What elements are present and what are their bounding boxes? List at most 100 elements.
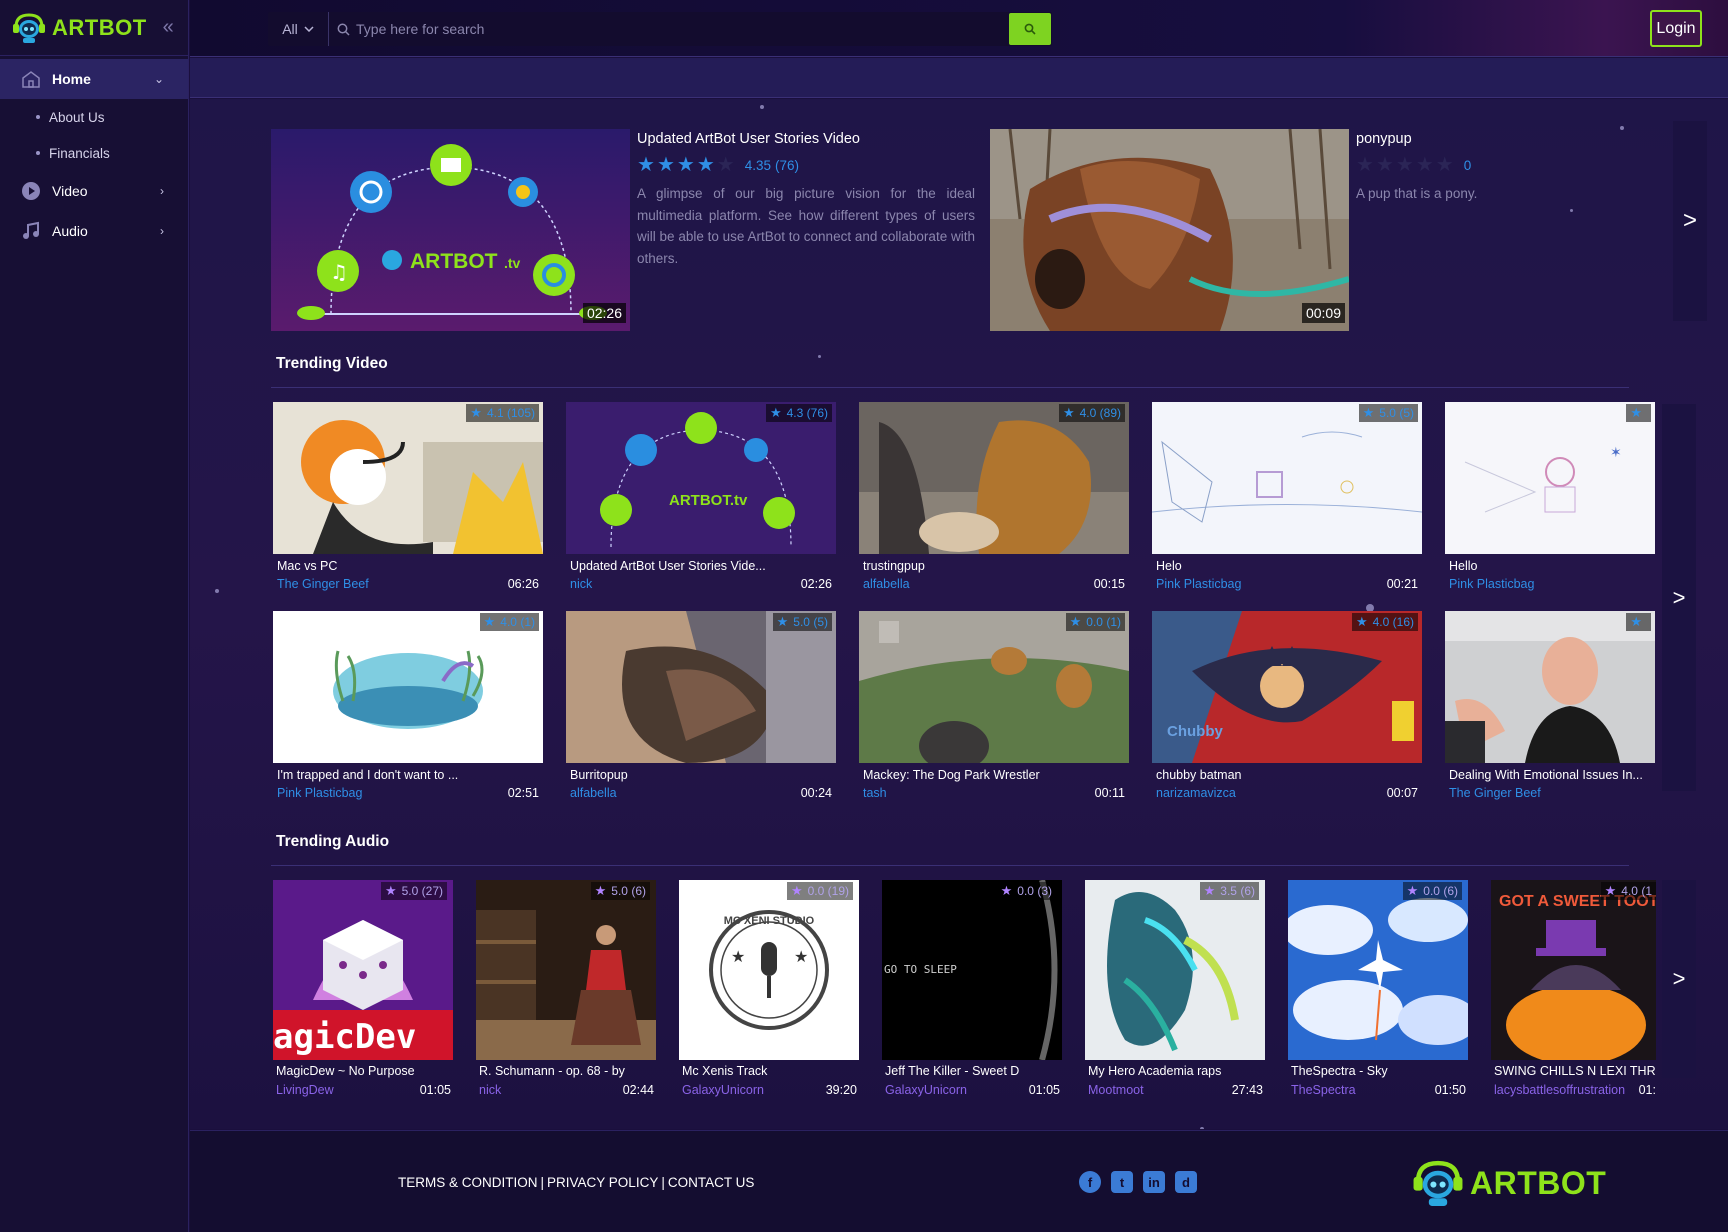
featured-thumbnail[interactable]: ♫ ARTBOT .tv 02:26	[271, 129, 630, 331]
audio-thumbnail[interactable]: agicDev ★ 5.0 (27)	[273, 880, 453, 1060]
featured-title[interactable]: ponypup	[1356, 131, 1586, 147]
audio-thumbnail[interactable]: ★ ★ MC XENI STUDIO ★ 0.0 (19)	[679, 880, 859, 1060]
video-card[interactable]: ✶ ★ Hello Pink Plasticbag	[1445, 402, 1655, 591]
sidebar-item-audio[interactable]: Audio ›	[0, 211, 188, 251]
video-author[interactable]: Pink Plasticbag	[1449, 577, 1534, 591]
audio-thumbnail[interactable]: GOT A SWEET TOOTH ★ 4.0 (1	[1491, 880, 1656, 1060]
sidebar-item-video[interactable]: Video ›	[0, 171, 188, 211]
search-input[interactable]	[356, 21, 956, 37]
video-thumbnail[interactable]: ARTBOT.tv ★ 4.3 (76)	[566, 402, 836, 554]
video-author[interactable]: The Ginger Beef	[1449, 786, 1541, 800]
video-card[interactable]: ★ 4.0 (1) I'm trapped and I don't want to…	[273, 611, 543, 800]
audio-title[interactable]: Mc Xenis Track	[682, 1064, 858, 1078]
featured-card[interactable]: 00:09 ponypup ★ ★ ★ ★ ★ 0 A pup that is a po…	[990, 129, 1590, 331]
video-card[interactable]: ★ 4.0 (89) trustingpup alfabella 00:15	[859, 402, 1129, 591]
audio-author[interactable]: GalaxyUnicorn	[682, 1083, 764, 1097]
video-thumbnail[interactable]: ★ 4.0 (89)	[859, 402, 1129, 554]
featured-title[interactable]: Updated ArtBot User Stories Video	[637, 131, 975, 147]
video-thumbnail[interactable]: ★ 4.1 (105)	[273, 402, 543, 554]
video-card[interactable]: ARTBOT.tv ★ 4.3 (76) Updated ArtBot User …	[566, 402, 836, 591]
video-card[interactable]: ★ Dealing With Emotional Issues In... Th…	[1445, 611, 1655, 800]
search-button[interactable]	[1009, 13, 1051, 45]
trending-video-next-button[interactable]: >	[1662, 404, 1696, 791]
audio-title[interactable]: My Hero Academia raps	[1088, 1064, 1264, 1078]
audio-title[interactable]: Jeff The Killer - Sweet D	[885, 1064, 1061, 1078]
audio-thumbnail[interactable]: GO TO SLEEP ★ 0.0 (3)	[882, 880, 1062, 1060]
audio-title[interactable]: SWING CHILLS N LEXI THRIL	[1494, 1064, 1656, 1078]
chevron-right-icon: ›	[160, 224, 164, 238]
video-title[interactable]: Hello	[1449, 559, 1478, 573]
video-thumbnail[interactable]: ★ 4.0 (1)	[273, 611, 543, 763]
video-title[interactable]: Burritopup	[570, 768, 628, 782]
audio-title[interactable]: TheSpectra - Sky	[1291, 1064, 1467, 1078]
audio-author[interactable]: LivingDew	[276, 1083, 334, 1097]
video-card[interactable]: ★ 5.0 (5) Helo Pink Plasticbag 00:21	[1152, 402, 1422, 591]
audio-author[interactable]: Mootmoot	[1088, 1083, 1144, 1097]
video-thumbnail[interactable]: ★ 5.0 (5)	[566, 611, 836, 763]
video-author[interactable]: The Ginger Beef	[277, 577, 369, 591]
video-author[interactable]: Pink Plasticbag	[1156, 577, 1241, 591]
video-card[interactable]: ★ 0.0 (1) Mackey: The Dog Park Wrestler t…	[859, 611, 1129, 800]
facebook-icon[interactable]: f	[1079, 1171, 1101, 1193]
audio-author[interactable]: nick	[479, 1083, 501, 1097]
privacy-link[interactable]: PRIVACY POLICY	[547, 1175, 658, 1190]
video-card[interactable]: Chubby ★ 4.0 (16) chubby batman narizamav…	[1152, 611, 1422, 800]
audio-card[interactable]: GOT A SWEET TOOTH ★ 4.0 (1 SWING CHILLS N…	[1491, 880, 1656, 1100]
trending-audio-next-button[interactable]: >	[1662, 880, 1696, 1078]
twitter-icon[interactable]: t	[1111, 1171, 1133, 1193]
video-author[interactable]: alfabella	[570, 786, 617, 800]
video-thumbnail[interactable]: ✶ ★	[1445, 402, 1655, 554]
video-author[interactable]: tash	[863, 786, 887, 800]
video-author[interactable]: Pink Plasticbag	[277, 786, 362, 800]
rating-votes: (76)	[774, 157, 799, 173]
rating-value: 4.0	[1372, 615, 1390, 629]
video-author[interactable]: nick	[570, 577, 592, 591]
video-author[interactable]: alfabella	[863, 577, 910, 591]
audio-thumbnail[interactable]: ★ 5.0 (6)	[476, 880, 656, 1060]
video-title[interactable]: Mackey: The Dog Park Wrestler	[863, 768, 1040, 782]
video-thumbnail[interactable]: Chubby ★ 4.0 (16)	[1152, 611, 1422, 763]
terms-link[interactable]: TERMS & CONDITION	[398, 1175, 538, 1190]
audio-card[interactable]: agicDev ★ 5.0 (27) MagicDew ~ No Purpose …	[273, 880, 453, 1100]
search-filter-select[interactable]: All	[268, 12, 329, 46]
video-title[interactable]: Helo	[1156, 559, 1182, 573]
audio-card[interactable]: ★ 3.5 (6) My Hero Academia raps Mootmoot …	[1085, 880, 1265, 1100]
audio-card[interactable]: ★ 0.0 (6) TheSpectra - Sky TheSpectra 01:…	[1288, 880, 1468, 1100]
contact-link[interactable]: CONTACT US	[668, 1175, 755, 1190]
audio-card[interactable]: ★ ★ MC XENI STUDIO ★ 0.0 (19) Mc Xenis Trac…	[679, 880, 859, 1100]
audio-title[interactable]: R. Schumann - op. 68 - by	[479, 1064, 655, 1078]
audio-card[interactable]: ★ 5.0 (6) R. Schumann - op. 68 - by nick …	[476, 880, 656, 1100]
video-title[interactable]: I'm trapped and I don't want to ...	[277, 768, 458, 782]
video-thumbnail[interactable]: ★ 5.0 (5)	[1152, 402, 1422, 554]
video-author[interactable]: narizamavizca	[1156, 786, 1236, 800]
video-title[interactable]: trustingpup	[863, 559, 925, 573]
audio-card[interactable]: GO TO SLEEP ★ 0.0 (3) Jeff The Killer - S…	[882, 880, 1062, 1100]
star-icon: ★	[769, 405, 782, 420]
video-title[interactable]: chubby batman	[1156, 768, 1241, 782]
sidebar-item-home[interactable]: Home ⌄	[0, 59, 188, 99]
audio-author[interactable]: TheSpectra	[1291, 1083, 1356, 1097]
video-thumbnail[interactable]: ★	[1445, 611, 1655, 763]
footer-brand[interactable]: ARTBOT	[1412, 1159, 1606, 1207]
linkedin-icon[interactable]: in	[1143, 1171, 1165, 1193]
audio-title[interactable]: MagicDew ~ No Purpose	[276, 1064, 452, 1078]
video-card[interactable]: ★ 5.0 (5) Burritopup alfabella 00:24	[566, 611, 836, 800]
video-thumbnail[interactable]: ★ 0.0 (1)	[859, 611, 1129, 763]
video-card[interactable]: ★ 4.1 (105) Mac vs PC The Ginger Beef 06:…	[273, 402, 543, 591]
sidebar-brand[interactable]: ARTBOT «	[0, 0, 188, 56]
sidebar-subitem-about[interactable]: About Us	[0, 99, 188, 135]
audio-thumbnail[interactable]: ★ 0.0 (6)	[1288, 880, 1468, 1060]
video-title[interactable]: Dealing With Emotional Issues In...	[1449, 768, 1643, 782]
discord-icon[interactable]: d	[1175, 1171, 1197, 1193]
video-title[interactable]: Mac vs PC	[277, 559, 337, 573]
featured-thumbnail[interactable]: 00:09	[990, 129, 1349, 331]
login-button[interactable]: Login	[1650, 10, 1702, 47]
audio-author[interactable]: lacysbattlesoffrustration	[1494, 1083, 1634, 1097]
audio-author[interactable]: GalaxyUnicorn	[885, 1083, 967, 1097]
sidebar-subitem-financials[interactable]: Financials	[0, 135, 188, 171]
audio-thumbnail[interactable]: ★ 3.5 (6)	[1085, 880, 1265, 1060]
video-title[interactable]: Updated ArtBot User Stories Vide...	[570, 559, 766, 573]
featured-card[interactable]: ♫ ARTBOT .tv 02:26 Updated ArtBot User S…	[271, 129, 975, 331]
collapse-sidebar-icon[interactable]: «	[163, 16, 174, 39]
featured-next-button[interactable]: >	[1673, 121, 1707, 321]
